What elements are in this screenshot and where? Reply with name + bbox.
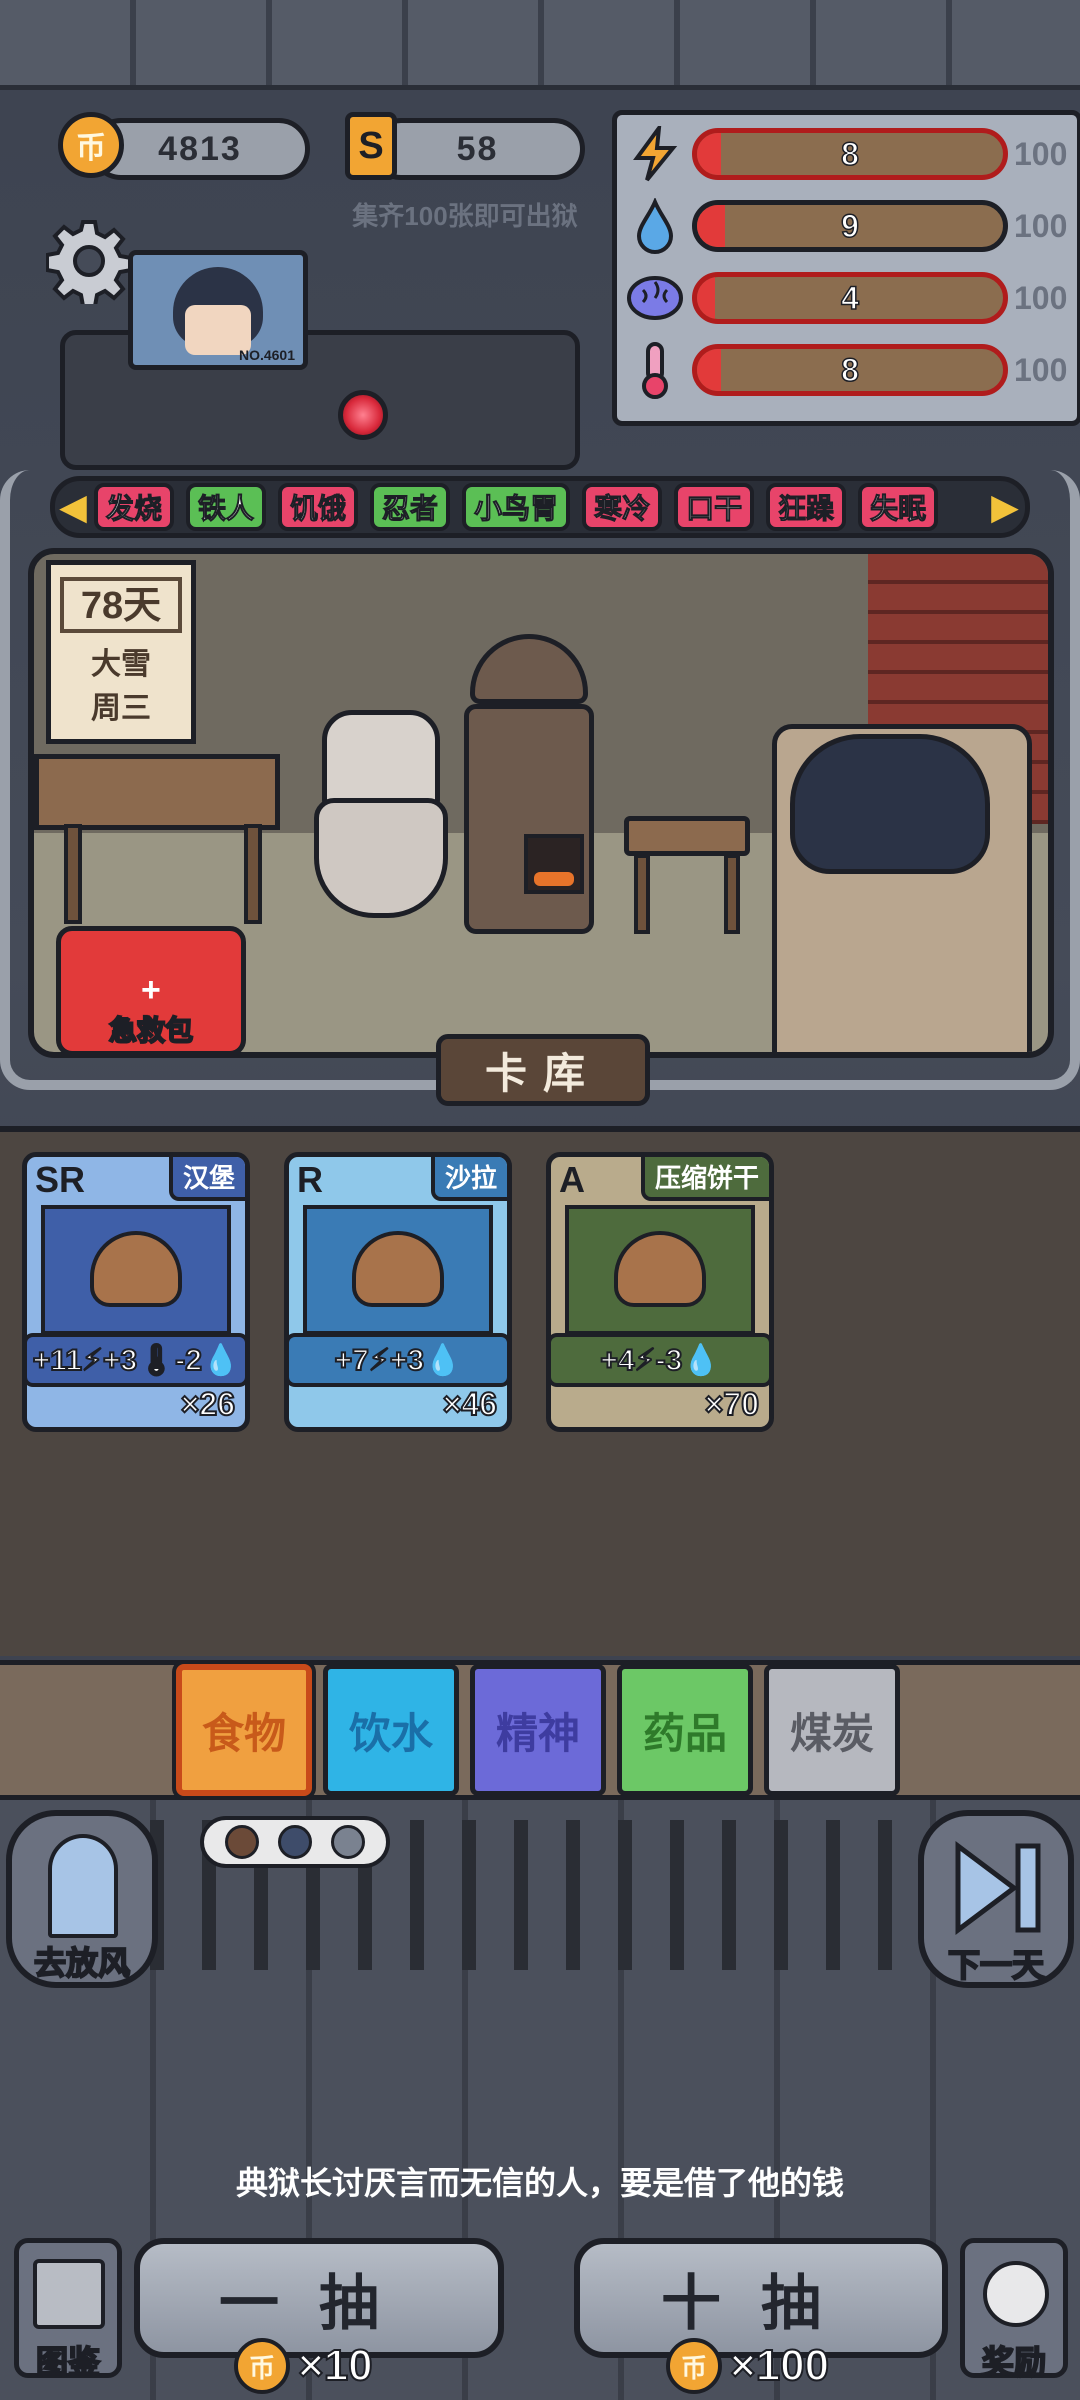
category-tab[interactable]: 煤炭 [764, 1664, 900, 1796]
card-count: ×26 [180, 1385, 236, 1423]
card-rarity: A [559, 1159, 585, 1200]
wooden-table [34, 754, 280, 830]
food-icon [90, 1231, 182, 1307]
guard-face-icon [277, 1825, 312, 1859]
stat-max: 100 [1014, 135, 1068, 172]
card-list: SR 汉堡 +11⚡+3🌡-2💧 ×26 R 沙拉 +7⚡+3💧 ×46 A 压缩饼干 +4⚡-3💧… [22, 1152, 1062, 1442]
food-card[interactable]: R 沙拉 +7⚡+3💧 ×46 [284, 1152, 512, 1432]
card-rarity: R [297, 1159, 323, 1200]
first-aid-cross-icon: + [141, 971, 161, 1009]
food-card[interactable]: A 压缩饼干 +4⚡-3💧 ×70 [546, 1152, 774, 1432]
first-aid-label: 急救包 [108, 1014, 194, 1047]
stat-max: 100 [1014, 351, 1068, 388]
robot-red-light [338, 390, 388, 440]
card-effect: +4⚡-3💧 [551, 1333, 769, 1387]
go-out-label: 去放风 [33, 1944, 131, 1982]
card-name: 沙拉 [430, 1157, 507, 1201]
coin-icon: 币 [234, 2338, 290, 2394]
stat-value: 9 [840, 207, 859, 245]
stat-row: 8 100 [622, 122, 1080, 186]
stat-row: 4 100 [622, 266, 1080, 330]
escape-hint: 集齐100张即可出狱 [352, 201, 578, 231]
thermometer-icon [622, 338, 688, 402]
stat-bar-fill [697, 349, 722, 391]
lightning-icon [622, 122, 688, 186]
prisoner-face-icon [330, 1825, 365, 1859]
monitor-badge: NO.4601 [238, 347, 295, 363]
draw-ten-cost: 币 ×100 [666, 2336, 830, 2396]
category-tab[interactable]: 食物 [176, 1664, 312, 1796]
stat-row: 9 100 [622, 194, 1080, 258]
go-out-button[interactable]: 去放风 [6, 1810, 158, 1988]
card-name: 汉堡 [168, 1157, 245, 1201]
category-tab[interactable]: 精神 [470, 1664, 606, 1796]
food-icon [614, 1231, 706, 1307]
ceiling [0, 0, 1080, 90]
coin-icon: 币 [666, 2338, 722, 2394]
stat-bar: 8 [692, 128, 1008, 180]
skip-forward-icon [952, 1840, 1044, 1941]
cell-room: 78天 大雪 周三 + 急救包 [28, 548, 1054, 1058]
stats-list: 8 100 9 100 4 100 8 100 [622, 118, 1080, 418]
book-icon [33, 2259, 105, 2329]
reward-label: 奖励 [981, 2343, 1047, 2381]
catalog-label: 图鉴 [35, 2343, 101, 2381]
stat-bar-fill [697, 277, 716, 319]
calendar-weekday: 周三 [91, 692, 151, 725]
next-day-button[interactable]: 下一天 [918, 1810, 1074, 1988]
mouse-icon [983, 2261, 1049, 2327]
stat-max: 100 [1014, 279, 1068, 316]
card-art [565, 1205, 755, 1335]
stat-row: 8 100 [622, 338, 1080, 402]
food-card[interactable]: SR 汉堡 +11⚡+3🌡-2💧 ×26 [22, 1152, 250, 1432]
visitors-thought-bubble [200, 1816, 390, 1868]
card-rarity: SR [35, 1159, 86, 1200]
ticket-icon: S [345, 112, 397, 180]
stat-value: 4 [840, 279, 859, 317]
calendar-weather: 大雪 [91, 648, 151, 681]
door-icon [48, 1834, 118, 1938]
category-tabs: 食物 饮水 精神 药品 煤炭 [176, 1664, 916, 1800]
card-art [303, 1205, 493, 1335]
stat-value: 8 [840, 351, 859, 389]
stat-bar-fill [697, 205, 725, 247]
card-effect: +7⚡+3💧 [289, 1333, 507, 1387]
catalog-button[interactable]: 图鉴 [14, 2238, 122, 2381]
coin-icon: 币 [58, 112, 124, 178]
card-library-tab[interactable]: 卡库 [436, 1034, 650, 1106]
category-tab[interactable]: 药品 [617, 1664, 753, 1796]
visitor-face-icon [225, 1825, 260, 1859]
category-tab[interactable]: 饮水 [323, 1664, 459, 1796]
warden-dialogue: 典狱长讨厌言而无信的人，要是借了他的钱 [235, 2165, 844, 2201]
food-icon [352, 1231, 444, 1307]
game-screen: 4813 币 58 S 集齐100张即可出狱 NO.4601 8 100 9 100 4… [0, 0, 1080, 2400]
reward-button[interactable]: 奖励 [960, 2238, 1068, 2381]
coal-stove [464, 704, 594, 934]
card-effect: +11⚡+3🌡-2💧 [27, 1333, 245, 1387]
card-art [41, 1205, 231, 1335]
draw-one-cost: 币 ×10 [234, 2336, 374, 2396]
card-count: ×46 [442, 1385, 498, 1423]
stat-bar-fill [697, 133, 722, 175]
brain-icon [622, 266, 688, 330]
stat-bar: 8 [692, 344, 1008, 396]
stat-value: 8 [840, 135, 859, 173]
stool [624, 816, 750, 856]
stat-bar: 9 [692, 200, 1008, 252]
calendar-poster[interactable]: 78天 大雪 周三 [46, 560, 196, 744]
card-count: ×70 [704, 1385, 760, 1423]
sleeping-prisoner [790, 734, 990, 874]
card-name: 压缩饼干 [640, 1157, 769, 1201]
prisoner-monitor: NO.4601 [128, 250, 308, 370]
toilet [322, 710, 440, 810]
calendar-day: 78天 [60, 577, 182, 633]
stat-bar: 4 [692, 272, 1008, 324]
ticket-counter: 58 [370, 118, 585, 180]
water-drop-icon [622, 194, 688, 258]
stat-max: 100 [1014, 207, 1068, 244]
first-aid-button[interactable]: + 急救包 [56, 926, 246, 1052]
settings-gear-icon[interactable] [45, 218, 133, 308]
next-day-label: 下一天 [947, 1946, 1045, 1984]
